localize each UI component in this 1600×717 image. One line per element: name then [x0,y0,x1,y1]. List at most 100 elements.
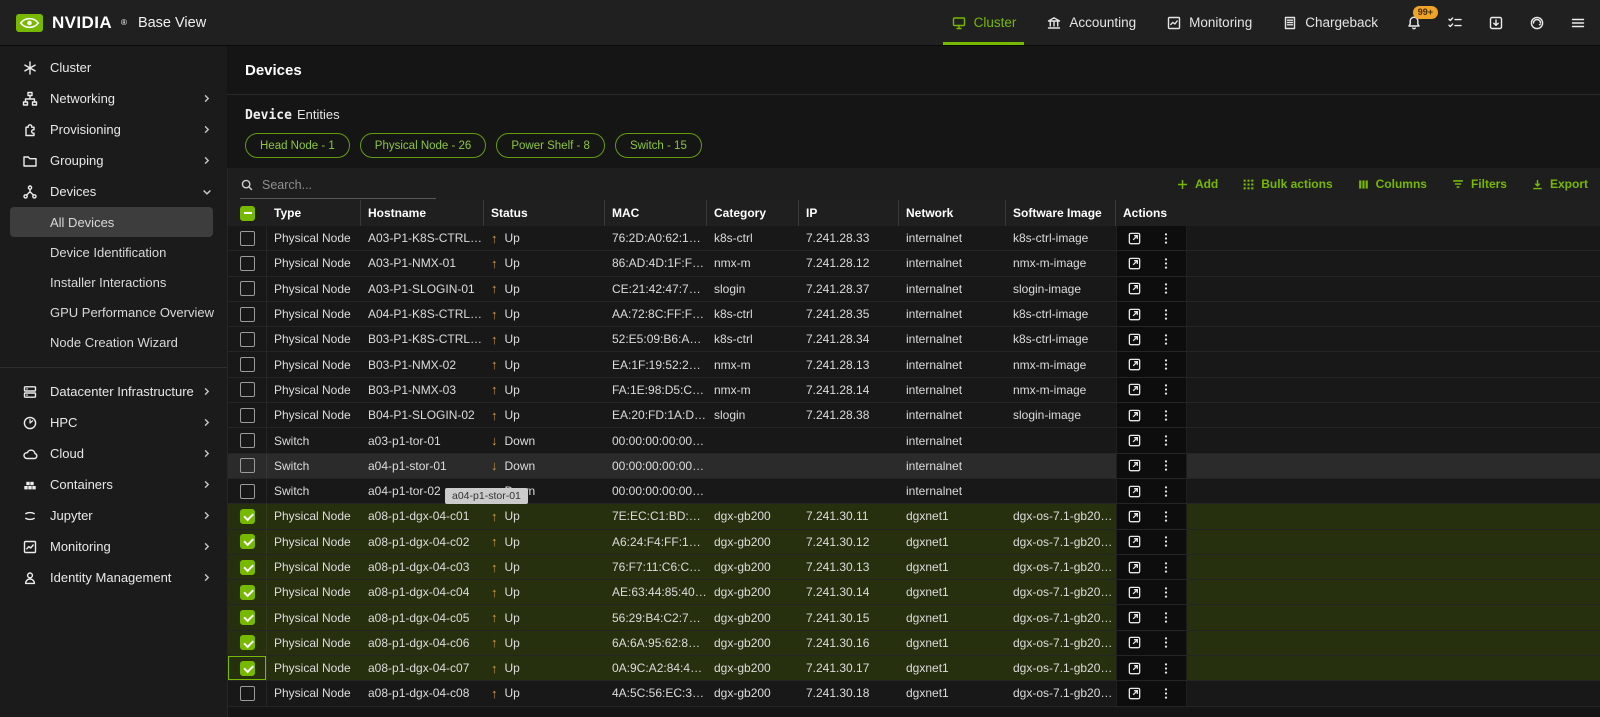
table-row[interactable]: Physical Nodea08-p1-dgx-04-c07↑Up0A:9C:A… [228,656,1600,681]
select-all-checkbox[interactable] [240,206,255,221]
row-checkbox[interactable] [240,610,255,625]
tasks-icon-button[interactable] [1447,15,1463,31]
row-menu-button[interactable] [1159,408,1173,423]
sidebar-item-node-creation-wizard[interactable]: Node Creation Wizard [0,327,227,357]
open-device-button[interactable] [1127,484,1142,499]
row-menu-button[interactable] [1159,484,1173,499]
row-menu-button[interactable] [1159,509,1173,524]
row-checkbox[interactable] [240,357,255,372]
row-menu-button[interactable] [1159,686,1173,701]
column-header-type[interactable]: Type [267,200,361,226]
nav-item-monitoring[interactable]: Monitoring [1166,0,1252,45]
column-header-software-image[interactable]: Software Image [1006,200,1116,226]
table-row[interactable]: Switcha04-p1-stor-01↓Down00:00:00:00:00:… [228,454,1600,479]
table-row[interactable]: Physical NodeB03-P1-NMX-03↑UpFA:1E:98:D5… [228,378,1600,403]
sidebar-item-hpc[interactable]: HPC [0,407,227,438]
column-header-ip[interactable]: IP [799,200,899,226]
open-device-button[interactable] [1127,281,1142,296]
row-checkbox[interactable] [240,509,255,524]
table-row[interactable]: Physical Nodea08-p1-dgx-04-c08↑Up4A:5C:5… [228,681,1600,706]
row-menu-button[interactable] [1159,231,1173,246]
row-checkbox[interactable] [240,332,255,347]
column-header-category[interactable]: Category [707,200,799,226]
column-header-mac[interactable]: MAC [605,200,707,226]
row-checkbox[interactable] [240,635,255,650]
open-device-button[interactable] [1127,231,1142,246]
table-row[interactable]: Physical NodeA03-P1-SLOGIN-01↑UpCE:21:42… [228,277,1600,302]
entity-chip-head-node[interactable]: Head Node - 1 [245,133,350,158]
sidebar-item-devices[interactable]: Devices [0,176,227,207]
sidebar-item-containers[interactable]: Containers [0,469,227,500]
row-menu-button[interactable] [1159,560,1173,575]
row-checkbox[interactable] [240,433,255,448]
open-device-button[interactable] [1127,686,1142,701]
row-menu-button[interactable] [1159,585,1173,600]
row-menu-button[interactable] [1159,332,1173,347]
sidebar-item-cloud[interactable]: Cloud [0,438,227,469]
open-device-button[interactable] [1127,256,1142,271]
row-checkbox[interactable] [240,560,255,575]
row-checkbox[interactable] [240,382,255,397]
open-device-button[interactable] [1127,382,1142,397]
sidebar-item-device-identification[interactable]: Device Identification [0,237,227,267]
open-device-button[interactable] [1127,307,1142,322]
column-header-status[interactable]: Status [484,200,605,226]
open-device-button[interactable] [1127,332,1142,347]
row-menu-button[interactable] [1159,357,1173,372]
row-menu-button[interactable] [1159,281,1173,296]
open-device-button[interactable] [1127,534,1142,549]
row-checkbox[interactable] [240,281,255,296]
table-row[interactable]: Physical NodeA04-P1-K8S-CTRL-03↑UpAA:72:… [228,302,1600,327]
table-row[interactable]: Physical Nodea08-p1-dgx-04-c04↑UpAE:63:4… [228,580,1600,605]
nvidia-brand[interactable]: NVIDIA® Base View [16,13,206,33]
sidebar-item-cluster[interactable]: Cluster [0,52,227,83]
table-row[interactable]: Physical NodeB03-P1-K8S-CTRL-02↑Up52:E5:… [228,327,1600,352]
open-device-button[interactable] [1127,509,1142,524]
row-menu-button[interactable] [1159,433,1173,448]
entity-chip-physical-node[interactable]: Physical Node - 26 [360,133,487,158]
table-row[interactable]: Switcha03-p1-tor-01↓Down00:00:00:00:00:0… [228,428,1600,453]
row-checkbox[interactable] [240,408,255,423]
open-device-button[interactable] [1127,433,1142,448]
sidebar-item-all-devices[interactable]: All Devices [10,207,213,237]
row-menu-button[interactable] [1159,458,1173,473]
sidebar-item-jupyter[interactable]: Jupyter [0,500,227,531]
row-menu-button[interactable] [1159,661,1173,676]
column-header-hostname[interactable]: Hostname [361,200,484,226]
nav-item-accounting[interactable]: Accounting [1046,0,1136,45]
entity-chip-switch[interactable]: Switch - 15 [615,133,702,158]
row-checkbox[interactable] [240,686,255,701]
row-checkbox[interactable] [240,231,255,246]
sidebar-item-grouping[interactable]: Grouping [0,145,227,176]
row-checkbox[interactable] [240,458,255,473]
columns-button[interactable]: Columns [1357,177,1427,191]
row-checkbox[interactable] [240,307,255,322]
filters-button[interactable]: Filters [1451,177,1507,191]
row-menu-button[interactable] [1159,256,1173,271]
open-device-button[interactable] [1127,585,1142,600]
sidebar-item-provisioning[interactable]: Provisioning [0,114,227,145]
row-checkbox[interactable] [240,534,255,549]
row-checkbox[interactable] [240,256,255,271]
support-icon-button[interactable] [1529,15,1545,31]
open-device-button[interactable] [1127,357,1142,372]
table-row[interactable]: Physical NodeA03-P1-NMX-01↑Up86:AD:4D:1F… [228,251,1600,276]
open-device-button[interactable] [1127,458,1142,473]
table-row[interactable]: Physical Nodea08-p1-dgx-04-c05↑Up56:29:B… [228,605,1600,630]
row-menu-button[interactable] [1159,307,1173,322]
row-menu-button[interactable] [1159,610,1173,625]
row-checkbox[interactable] [240,585,255,600]
notifications-icon-button[interactable]: 99+ [1406,15,1422,31]
import-icon-button[interactable] [1488,15,1504,31]
table-row[interactable]: Physical Nodea08-p1-dgx-04-c01↑Up7E:EC:C… [228,504,1600,529]
table-row[interactable]: Physical NodeA03-P1-K8S-CTRL-01↑Up76:2D:… [228,226,1600,251]
table-row[interactable]: Physical Nodea08-p1-dgx-04-c06↑Up6A:6A:9… [228,631,1600,656]
table-row[interactable]: Physical Nodea08-p1-dgx-04-c03↑Up76:F7:1… [228,555,1600,580]
open-device-button[interactable] [1127,408,1142,423]
nav-item-cluster[interactable]: Cluster [951,0,1017,45]
table-row[interactable]: Physical NodeB03-P1-NMX-02↑UpEA:1F:19:52… [228,352,1600,377]
nav-item-chargeback[interactable]: Chargeback [1282,0,1378,45]
row-menu-button[interactable] [1159,635,1173,650]
open-device-button[interactable] [1127,610,1142,625]
sidebar-item-gpu-performance-overview[interactable]: GPU Performance Overview [0,297,227,327]
